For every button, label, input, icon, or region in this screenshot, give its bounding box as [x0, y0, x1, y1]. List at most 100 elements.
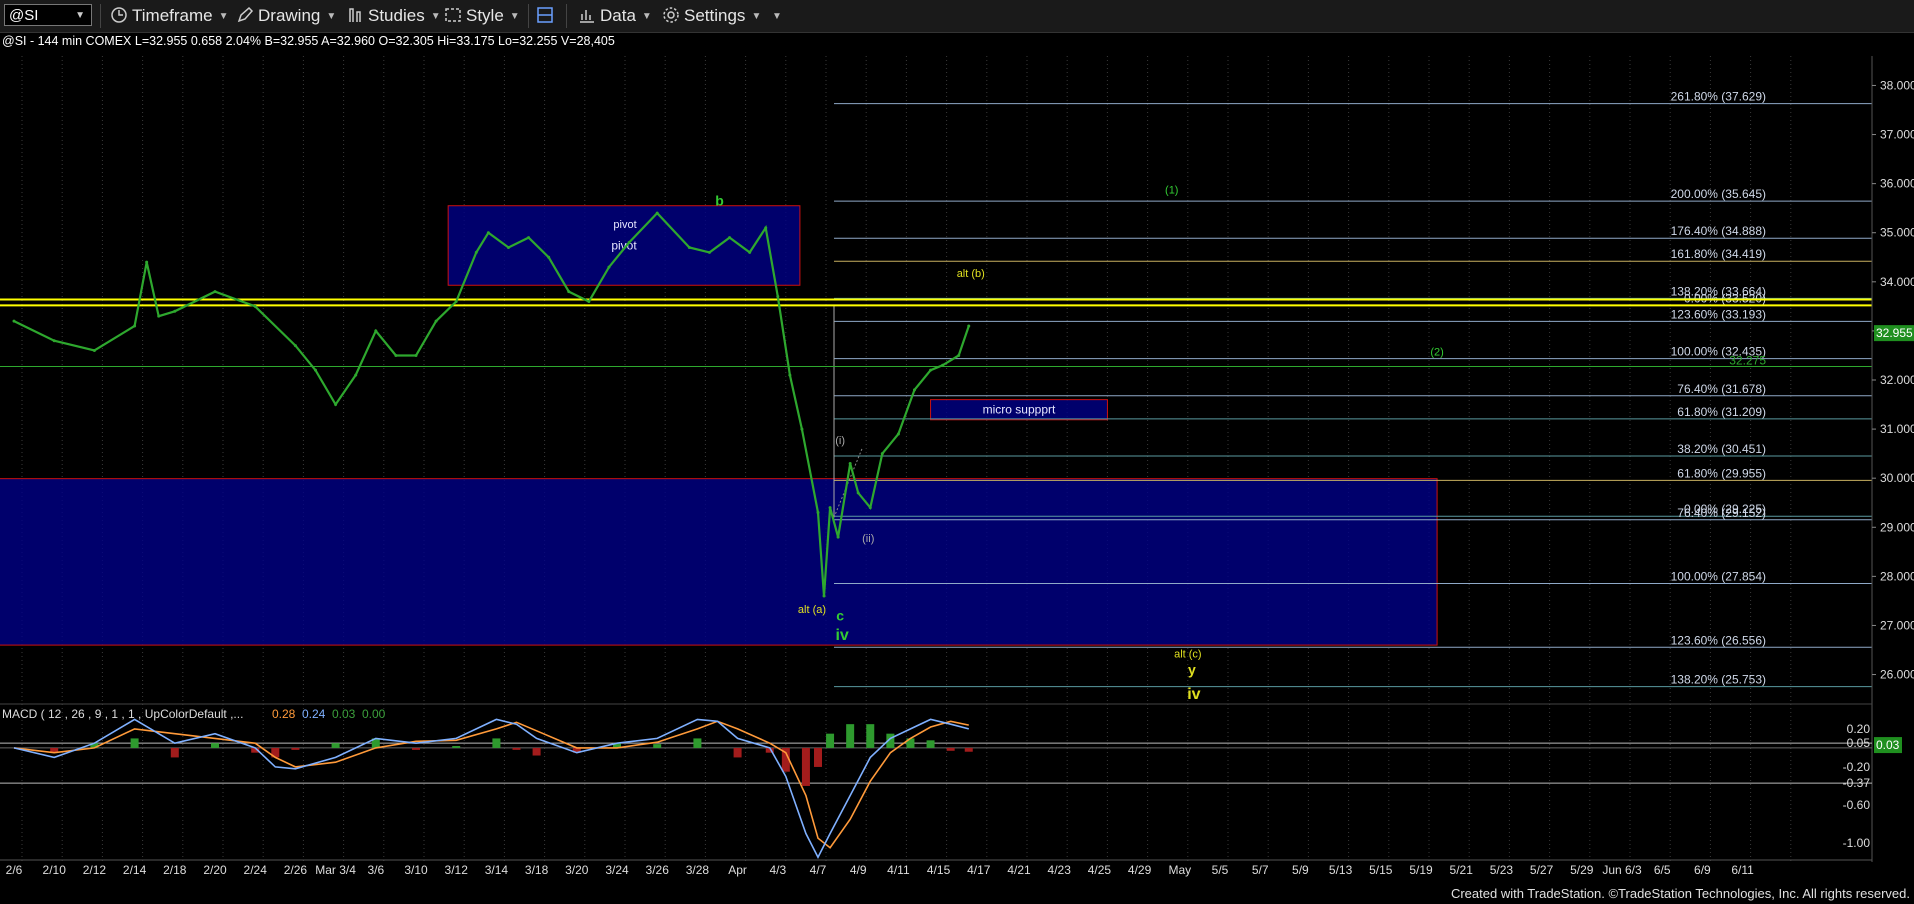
price-chart[interactable]: pivot micro suppprt 261.80% (37.629) 200.0…	[0, 48, 1914, 886]
macd-histogram-bar	[532, 747, 541, 756]
date-tick-label: Mar 3/4	[315, 863, 356, 877]
fib-level-label: 76.40% (29.152)	[1677, 506, 1766, 520]
price-tick-label: 29.000	[1880, 520, 1914, 534]
date-tick-label: Jun 6/3	[1602, 863, 1642, 877]
price-tick-label: 27.000	[1880, 618, 1914, 632]
chevron-down-icon: ▼	[218, 11, 229, 22]
wave-label: alt (a)	[798, 604, 826, 616]
date-tick-label: 3/18	[525, 863, 549, 877]
date-tick-label: 4/25	[1088, 863, 1112, 877]
date-tick-label: 4/3	[769, 863, 786, 877]
fib-level-label: 76.40% (31.678)	[1677, 382, 1766, 396]
date-tick-label: 3/12	[445, 863, 469, 877]
toolbar-divider	[566, 4, 567, 28]
wave-label: y	[1188, 662, 1196, 678]
fib-level-label: 61.80% (31.209)	[1677, 405, 1766, 419]
symbol-input[interactable]: @SI ▼	[4, 4, 92, 26]
macd-histogram-bar	[412, 747, 420, 750]
macd-histogram-bar	[826, 733, 835, 748]
macd-value: 0.28	[272, 707, 296, 721]
price-point	[967, 324, 971, 328]
date-tick-label: 2/24	[244, 863, 268, 877]
date-tick-label: 4/15	[927, 863, 951, 877]
wave-label: pivot	[613, 219, 636, 231]
macd-panel: MACD ( 12 , 26 , 9 , 1 , 1 , UpColorDefa…	[0, 703, 1902, 859]
date-tick-label: 2/6	[6, 863, 23, 877]
chevron-down-icon: ▼	[326, 11, 337, 22]
date-tick-label: 5/7	[1252, 863, 1269, 877]
studies-menu[interactable]: Studies ▼	[346, 4, 441, 28]
macd-histogram-bar	[291, 747, 300, 750]
timeframe-label: Timeframe	[132, 6, 213, 25]
macd-histogram-bar	[653, 744, 662, 748]
date-tick-label: 4/7	[810, 863, 827, 877]
fib-level-label: 123.60% (33.193)	[1671, 307, 1766, 321]
price-point	[880, 452, 884, 456]
date-tick-label: 3/24	[605, 863, 629, 877]
price-point	[800, 427, 804, 431]
macd-histogram-bar	[733, 747, 742, 758]
fib-level-label: 176.40% (34.888)	[1671, 224, 1766, 238]
chevron-down-icon: ▼	[641, 11, 652, 22]
price-point	[527, 236, 531, 240]
macd-histogram-bar	[814, 747, 822, 767]
symbol-info-line: @SI - 144 min COMEX L=32.955 0.658 2.04%…	[2, 34, 615, 48]
price-point	[816, 511, 820, 515]
macd-histogram-bar	[946, 747, 955, 751]
price-tick-label: 37.000	[1880, 128, 1914, 142]
wave-label: c	[836, 608, 844, 624]
price-point	[92, 349, 96, 353]
price-point	[414, 353, 418, 357]
zone-box	[0, 478, 1438, 646]
settings-menu[interactable]: Settings ▼	[662, 4, 761, 28]
macd-histogram-bar	[492, 738, 501, 748]
layout-icon	[537, 7, 553, 23]
date-tick-label: 3/6	[367, 863, 384, 877]
style-menu[interactable]: Style ▼	[444, 4, 520, 28]
price-tick-label: 36.000	[1880, 177, 1914, 191]
copyright-footer: Created with TradeStation. ©TradeStation…	[1450, 886, 1910, 901]
date-tick-label: 2/20	[203, 863, 227, 877]
price-point	[434, 319, 438, 323]
macd-histogram-bar	[693, 738, 702, 748]
price-point	[133, 324, 137, 328]
price-point	[728, 236, 732, 240]
chevron-down-icon[interactable]: ▼	[75, 5, 85, 27]
toolbar-divider	[100, 4, 101, 28]
data-menu[interactable]: Data ▼	[578, 4, 652, 28]
price-tick-label: 28.000	[1880, 569, 1914, 583]
date-tick-label: 6/11	[1731, 863, 1754, 877]
timeframe-menu[interactable]: Timeframe ▼	[110, 4, 229, 28]
data-label: Data	[600, 6, 636, 25]
green-level-label: 32.275	[1729, 354, 1766, 368]
wave-label: (1)	[1165, 184, 1178, 196]
more-menu[interactable]: ▼	[766, 4, 782, 28]
macd-histogram-bar	[866, 724, 875, 748]
price-tick-label: 31.000	[1880, 422, 1914, 436]
price-point	[748, 250, 752, 254]
layout-button[interactable]	[536, 4, 558, 28]
price-point	[12, 319, 16, 323]
price-point	[52, 339, 56, 343]
wave-label: (i)	[835, 435, 845, 447]
wave-label: iv	[1187, 686, 1200, 703]
drawing-label: Drawing	[258, 6, 321, 25]
price-tick-label: 35.000	[1880, 226, 1914, 240]
clock-icon	[111, 7, 127, 23]
chevron-down-icon: ▼	[509, 11, 520, 22]
drawing-menu[interactable]: Drawing ▼	[236, 4, 336, 28]
date-tick-label: 4/9	[850, 863, 867, 877]
zone-boxes: pivot micro suppprt	[0, 205, 1438, 646]
studies-label: Studies	[368, 6, 425, 25]
price-point	[587, 299, 591, 303]
wave-label: iv	[835, 627, 848, 644]
price-point	[157, 314, 161, 318]
macd-histogram-bar	[452, 746, 461, 748]
price-point	[506, 245, 510, 249]
price-point	[707, 250, 711, 254]
macd-histogram-bar	[926, 740, 935, 748]
price-point	[173, 309, 177, 313]
macd-tick-label: -0.20	[1843, 760, 1871, 774]
price-point	[828, 506, 832, 510]
zone-box-label: micro suppprt	[983, 403, 1056, 417]
